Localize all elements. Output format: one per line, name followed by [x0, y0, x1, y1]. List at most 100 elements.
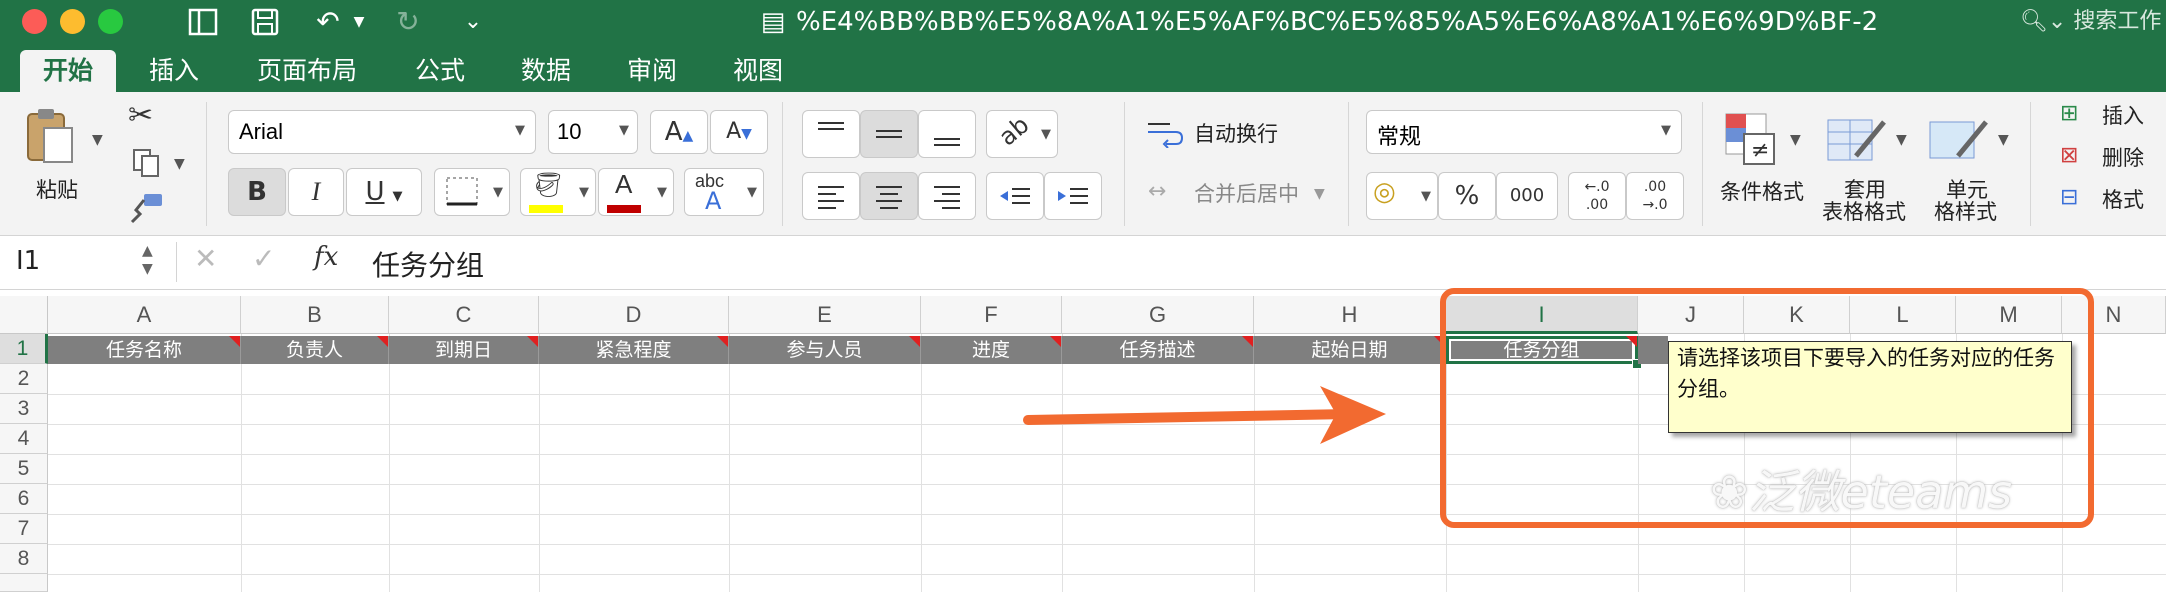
tab-view[interactable]: 视图	[718, 50, 798, 92]
fill-color-button[interactable]: 🪣︎ ▼	[520, 168, 596, 216]
save-icon[interactable]	[248, 4, 282, 40]
orientation-button[interactable]: ab ▼	[986, 110, 1058, 158]
paste-icon[interactable]	[24, 106, 76, 166]
conditional-format-dropdown-icon[interactable]: ▼	[1790, 132, 1801, 148]
merge-center-icon[interactable]: ↔	[1148, 174, 1166, 210]
format-cells-icon[interactable]: ⊟	[2060, 180, 2078, 216]
borders-button[interactable]: ▼	[434, 168, 510, 216]
comma-style-button[interactable]: 000	[1496, 172, 1558, 220]
currency-button[interactable]: ◎ ▼	[1366, 172, 1438, 220]
close-window-button[interactable]	[22, 9, 47, 34]
name-box[interactable]: I1	[16, 246, 40, 276]
align-top-button[interactable]	[802, 110, 860, 158]
decrease-indent-button[interactable]	[986, 172, 1044, 220]
row-header[interactable]: 8	[0, 544, 48, 574]
tab-data[interactable]: 数据	[506, 50, 586, 92]
maximize-window-button[interactable]	[98, 9, 123, 34]
decrease-font-size-button[interactable]: A▼	[710, 110, 768, 154]
percent-button[interactable]: %	[1438, 172, 1496, 220]
cell-style-dropdown-icon[interactable]: ▼	[1998, 132, 2009, 148]
increase-font-size-button[interactable]: A▲	[650, 110, 708, 154]
header-cell[interactable]: 到期日	[389, 336, 539, 364]
conditional-format-icon[interactable]: ≠	[1724, 112, 1780, 168]
font-color-button[interactable]: A ▼	[598, 168, 674, 216]
column-header[interactable]: E	[729, 296, 921, 334]
column-header[interactable]: G	[1062, 296, 1254, 334]
align-right-button[interactable]	[918, 172, 976, 220]
insert-cells-icon[interactable]: ⊞	[2060, 96, 2078, 132]
tab-formulas[interactable]: 公式	[400, 50, 480, 92]
number-format-select[interactable]: 常规 ▼	[1366, 110, 1682, 154]
increase-decimal-button[interactable]: ←.0.00	[1568, 172, 1626, 220]
cell-style-label-1[interactable]: 单元	[1946, 178, 1988, 202]
copy-icon[interactable]	[132, 148, 162, 178]
format-painter-icon[interactable]	[128, 192, 164, 224]
column-header[interactable]: F	[921, 296, 1062, 334]
font-name-select[interactable]: Arial ▼	[228, 110, 536, 154]
paste-dropdown-icon[interactable]: ▼	[92, 132, 103, 148]
cell-style-icon[interactable]	[1928, 112, 1990, 168]
header-cell[interactable]: 参与人员	[729, 336, 921, 364]
copy-dropdown-icon[interactable]: ▼	[174, 156, 185, 172]
font-size-select[interactable]: 10 ▼	[548, 110, 638, 154]
align-left-button[interactable]	[802, 172, 860, 220]
header-cell[interactable]: 任务名称	[48, 336, 241, 364]
tab-insert[interactable]: 插入	[134, 50, 214, 92]
search-box[interactable]: 🔍︎⌄ 搜索工作	[2020, 6, 2166, 38]
cell-style-label-2[interactable]: 格样式	[1934, 200, 1997, 224]
cancel-entry-icon[interactable]: ✕	[194, 242, 217, 275]
bold-button[interactable]: B	[228, 168, 286, 216]
confirm-entry-icon[interactable]: ✓	[252, 242, 275, 275]
format-cells-label[interactable]: 格式	[2102, 188, 2144, 212]
table-format-icon[interactable]	[1826, 112, 1888, 168]
sidebar-icon[interactable]	[186, 4, 220, 40]
tab-home[interactable]: 开始	[20, 50, 116, 92]
formula-input[interactable]: 任务分组	[372, 244, 484, 284]
header-cell[interactable]: 起始日期	[1254, 336, 1446, 364]
tab-review[interactable]: 审阅	[612, 50, 692, 92]
row-header-selected[interactable]: 1	[0, 334, 48, 364]
customize-toolbar-icon[interactable]: ⌄	[458, 4, 488, 40]
align-bottom-button[interactable]	[918, 110, 976, 158]
merge-dropdown-icon[interactable]: ▼	[1314, 186, 1325, 202]
header-cell[interactable]: 负责人	[241, 336, 389, 364]
column-header[interactable]: A	[48, 296, 241, 334]
header-cell[interactable]: 任务描述	[1062, 336, 1254, 364]
decrease-decimal-button[interactable]: .00 →.0	[1626, 172, 1684, 220]
row-header[interactable]: 5	[0, 454, 48, 484]
row-header[interactable]: 4	[0, 424, 48, 454]
table-format-label-1[interactable]: 套用	[1844, 178, 1886, 202]
undo-dropdown-icon[interactable]: ▼	[352, 4, 366, 40]
italic-button[interactable]: I	[288, 168, 344, 216]
undo-icon[interactable]: ↶	[308, 4, 348, 40]
header-cell[interactable]: 紧急程度	[539, 336, 729, 364]
row-header[interactable]: 6	[0, 484, 48, 514]
cut-icon[interactable]: ✂	[128, 98, 153, 134]
row-header[interactable]	[0, 574, 48, 592]
merge-center-label[interactable]: 合并后居中	[1194, 182, 1299, 206]
column-header[interactable]: C	[389, 296, 539, 334]
phonetic-button[interactable]: abc A ▼	[684, 168, 764, 216]
delete-cells-icon[interactable]: ⊠	[2060, 138, 2078, 174]
conditional-format-label[interactable]: 条件格式	[1720, 180, 1804, 204]
underline-button[interactable]: U ▼	[346, 168, 422, 216]
redo-icon[interactable]: ↻	[390, 4, 426, 40]
align-center-button[interactable]	[860, 172, 918, 220]
header-cell[interactable]: 进度	[921, 336, 1062, 364]
row-header[interactable]: 3	[0, 394, 48, 424]
increase-indent-button[interactable]	[1044, 172, 1102, 220]
insert-function-icon[interactable]: fx	[314, 242, 338, 272]
column-header[interactable]: D	[539, 296, 729, 334]
align-middle-button[interactable]	[860, 110, 918, 158]
wrap-text-label[interactable]: 自动换行	[1194, 122, 1278, 146]
table-format-label-2[interactable]: 表格格式	[1822, 200, 1906, 224]
select-all-corner[interactable]	[0, 296, 48, 334]
column-header[interactable]: B	[241, 296, 389, 334]
name-box-stepper-icon[interactable]: ▲ ▼	[142, 242, 153, 278]
row-header[interactable]: 7	[0, 514, 48, 544]
delete-cells-label[interactable]: 删除	[2102, 146, 2144, 170]
tab-page-layout[interactable]: 页面布局	[242, 50, 372, 92]
wrap-text-icon[interactable]	[1146, 118, 1186, 149]
table-format-dropdown-icon[interactable]: ▼	[1896, 132, 1907, 148]
minimize-window-button[interactable]	[60, 9, 85, 34]
